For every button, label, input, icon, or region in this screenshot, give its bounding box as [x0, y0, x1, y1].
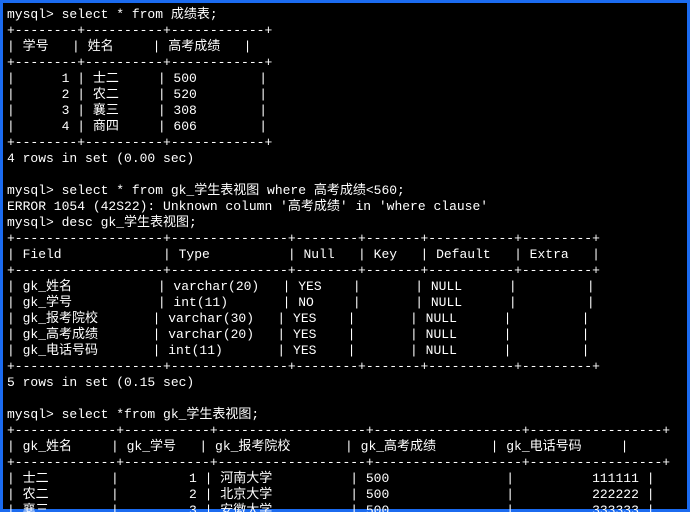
table-border: +--------+----------+------------+: [7, 23, 272, 38]
table-border: +-------------+-----------+-------------…: [7, 423, 670, 438]
table-row: | 3 | 襄三 | 308 |: [7, 103, 267, 118]
sql-query[interactable]: mysql> desc gk_学生表视图;: [7, 215, 197, 230]
table-row: | gk_姓名 | varchar(20) | YES | | NULL | |: [7, 279, 595, 294]
table-header-row: | 学号 | 姓名 | 高考成绩 |: [7, 39, 251, 54]
table-row: | 士二 | 1 | 河南大学 | 500 | 111111 |: [7, 471, 655, 486]
table-header-row: | gk_姓名 | gk_学号 | gk_报考院校 | gk_高考成绩 | gk…: [7, 439, 628, 454]
terminal-window[interactable]: mysql> select * from 成绩表; +--------+----…: [0, 0, 690, 512]
table-border: +-------------------+---------------+---…: [7, 231, 600, 246]
table-row: | 4 | 商四 | 606 |: [7, 119, 267, 134]
table-row: | gk_学号 | int(11) | NO | | NULL | |: [7, 295, 595, 310]
sql-query[interactable]: mysql> select * from 成绩表;: [7, 7, 218, 22]
sql-query[interactable]: mysql> select *from gk_学生表视图;: [7, 407, 259, 422]
table-border: +-------------+-----------+-------------…: [7, 455, 670, 470]
result-summary: 4 rows in set (0.00 sec): [7, 151, 194, 166]
error-message: ERROR 1054 (42S22): Unknown column '高考成绩…: [7, 199, 488, 214]
table-row: | 1 | 士二 | 500 |: [7, 71, 267, 86]
table-row: | gk_高考成绩 | varchar(20) | YES | | NULL |…: [7, 327, 590, 342]
result-summary: 5 rows in set (0.15 sec): [7, 375, 194, 390]
table-border: +-------------------+---------------+---…: [7, 263, 600, 278]
table-row: | gk_电话号码 | int(11) | YES | | NULL | |: [7, 343, 590, 358]
sql-query[interactable]: mysql> select * from gk_学生表视图 where 高考成绩…: [7, 183, 405, 198]
table-row: | 2 | 农二 | 520 |: [7, 87, 267, 102]
table-row: | 农二 | 2 | 北京大学 | 500 | 222222 |: [7, 487, 655, 502]
table-border: +--------+----------+------------+: [7, 55, 272, 70]
table-border: +-------------------+---------------+---…: [7, 359, 600, 374]
table-border: +--------+----------+------------+: [7, 135, 272, 150]
table-row: | 襄三 | 3 | 安徽大学 | 500 | 333333 |: [7, 503, 655, 512]
table-header-row: | Field | Type | Null | Key | Default | …: [7, 247, 600, 262]
table-row: | gk_报考院校 | varchar(30) | YES | | NULL |…: [7, 311, 590, 326]
